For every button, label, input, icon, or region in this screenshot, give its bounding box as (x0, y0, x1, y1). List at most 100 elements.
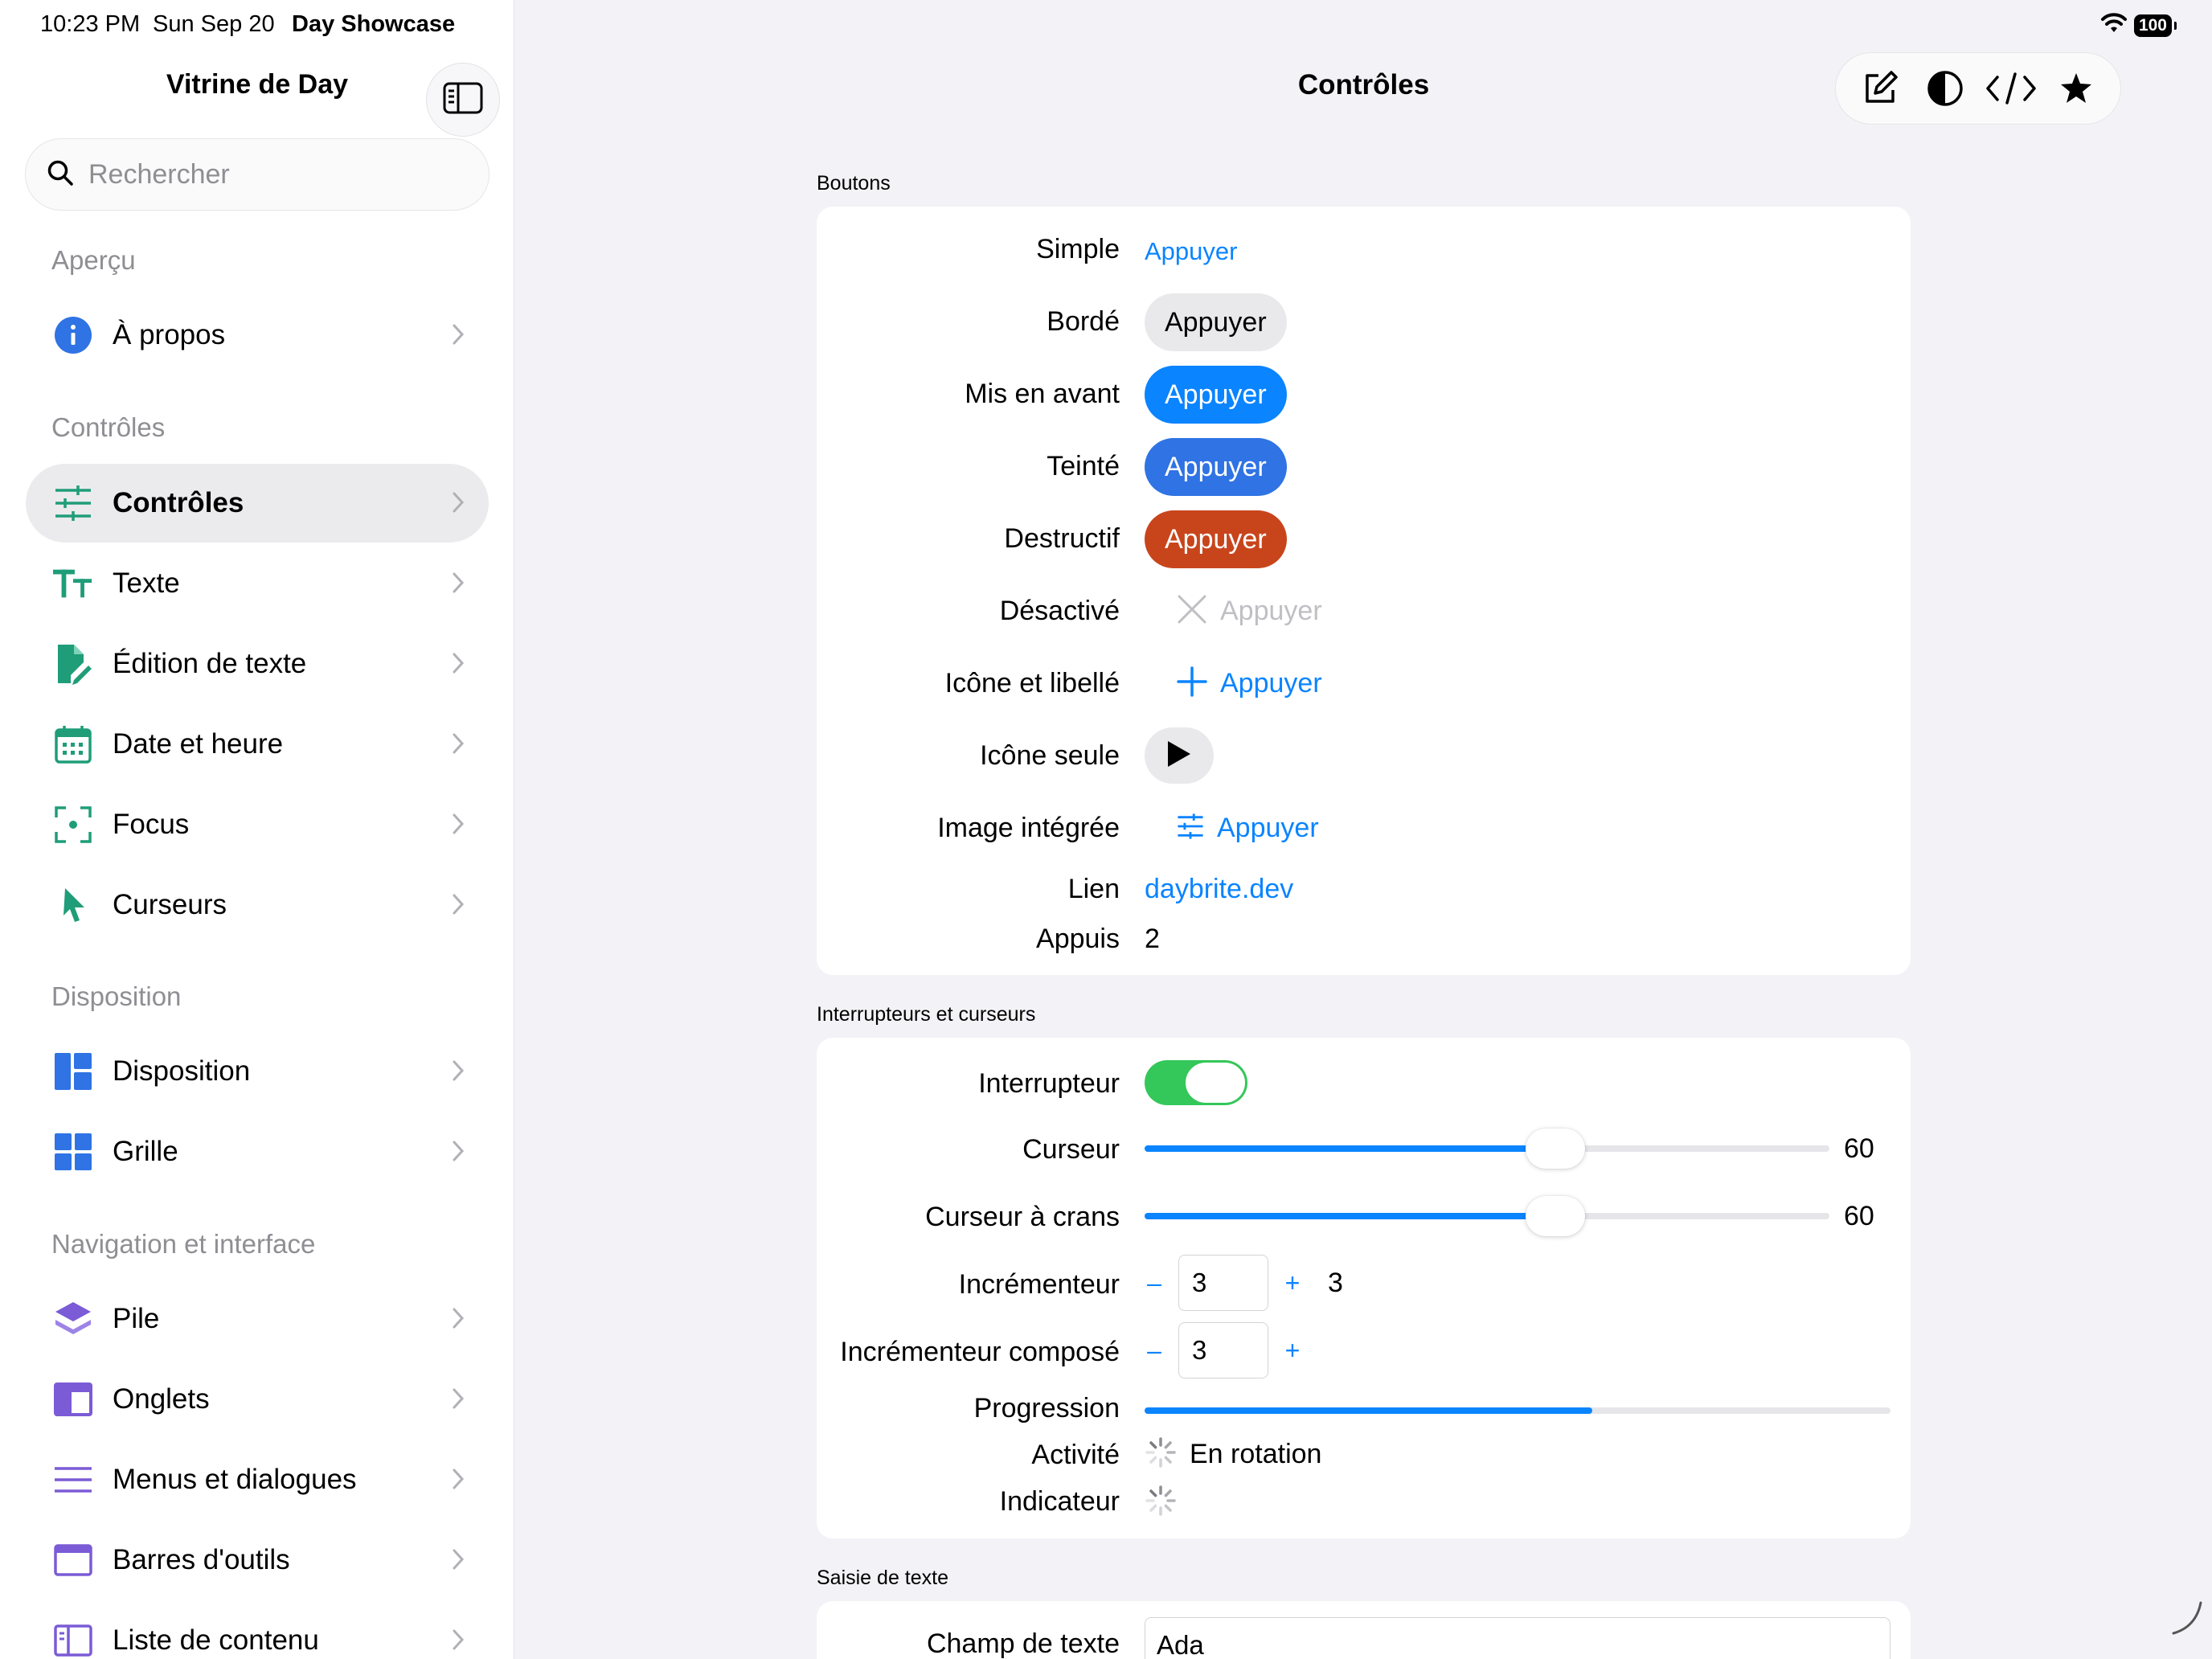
prominent-button[interactable]: Appuyer (1145, 366, 1287, 424)
sidebar-item-pile[interactable]: Pile (26, 1280, 489, 1358)
sidebar-item-label: Texte (113, 567, 180, 599)
sidebar-item-grille[interactable]: Grille (26, 1112, 489, 1191)
disabled-button: Appuyer (1145, 594, 1322, 629)
row-image-integree: Image intégrée Appuyer (817, 800, 1911, 858)
sidebar-item-disposition[interactable]: Disposition (26, 1032, 489, 1111)
sidebar-item-label: Onglets (113, 1383, 210, 1415)
play-button[interactable] (1145, 727, 1214, 784)
chevron-right-icon (452, 571, 465, 598)
slider-fill (1145, 1145, 1556, 1152)
row-label: Image intégrée (937, 813, 1120, 843)
sidebar-item-label: Menus et dialogues (113, 1464, 357, 1495)
sidebar-item-onglets[interactable]: Onglets (26, 1360, 489, 1439)
chevron-right-icon (452, 491, 465, 518)
sliders-icon (1177, 813, 1204, 843)
sidebar-item-a-propos[interactable]: À propos (26, 296, 489, 375)
stepper-decrement-button[interactable]: – (1130, 1268, 1178, 1298)
compound-stepper-field[interactable] (1178, 1322, 1268, 1378)
destructive-button[interactable]: Appuyer (1145, 510, 1287, 568)
row-lien: Lien daybrite.dev (817, 866, 1911, 914)
grid-icon (53, 1132, 93, 1172)
spinner-icon (1145, 1485, 1177, 1521)
status-date: Sun Sep 20 (153, 11, 275, 37)
calendar-icon (53, 724, 93, 764)
sidebar-item-menus-et-dialogues[interactable]: Menus et dialogues (26, 1440, 489, 1519)
search-field[interactable] (25, 138, 490, 211)
sidebar-item-date-et-heure[interactable]: Date et heure (26, 705, 489, 784)
slider[interactable] (1145, 1124, 1829, 1173)
slider-fill (1145, 1213, 1556, 1219)
row-label: Interrupteur (978, 1068, 1120, 1099)
sidebar-item-curseurs[interactable]: Curseurs (26, 866, 489, 944)
row-label: Incrémenteur composé (840, 1337, 1120, 1367)
icon-label-button-label: Appuyer (1220, 668, 1322, 698)
sidebar-item-barres-d-outils[interactable]: Barres d'outils (26, 1521, 489, 1600)
bordered-button[interactable]: Appuyer (1145, 293, 1287, 351)
sidebar-item-label: Édition de texte (113, 648, 307, 679)
code-icon[interactable] (1983, 60, 2039, 117)
switches-card: Interrupteur Curseur 60 Curseur à crans (817, 1038, 1911, 1538)
sidebar-toggle-icon (443, 82, 483, 118)
group-header-saisie-de-texte: Saisie de texte (817, 1567, 948, 1589)
search-input[interactable] (88, 158, 458, 190)
sidebar-item-label: À propos (113, 319, 226, 350)
pointer-icon (53, 885, 93, 925)
stepped-slider[interactable] (1145, 1192, 1829, 1240)
info-icon (53, 315, 93, 355)
icon-label-button[interactable]: Appuyer (1145, 666, 1322, 701)
chevron-right-icon (452, 732, 465, 759)
tinted-button[interactable]: Appuyer (1145, 438, 1287, 496)
edit-document-icon (53, 644, 93, 685)
sidebar-item-label: Grille (113, 1136, 178, 1167)
inline-image-button[interactable]: Appuyer (1145, 813, 1319, 844)
sidebar-item-edition-de-texte[interactable]: Édition de texte (26, 625, 489, 703)
sliders-icon (53, 483, 93, 523)
buttons-card: Simple Appuyer Bordé Appuyer Mis en avan… (817, 207, 1911, 975)
section-header-apercu: Aperçu (51, 245, 136, 275)
spinner-icon (1145, 1436, 1177, 1473)
sidebar-item-label: Contrôles (113, 487, 244, 518)
row-incrementeur-compose: Incrémenteur composé – + (817, 1322, 1911, 1380)
compose-icon[interactable] (1852, 60, 1908, 117)
slider-thumb[interactable] (1526, 1129, 1586, 1169)
sidebar-item-label: Curseurs (113, 889, 227, 920)
row-label: Mis en avant (965, 379, 1120, 409)
simple-button[interactable]: Appuyer (1145, 237, 1237, 266)
sidebar-item-label: Date et heure (113, 728, 284, 760)
chevron-right-icon (452, 1628, 465, 1655)
layout-icon (53, 1051, 93, 1092)
text-field[interactable] (1145, 1617, 1890, 1659)
menu-lines-icon (53, 1460, 93, 1500)
slider-thumb[interactable] (1526, 1196, 1586, 1236)
stepper-field[interactable] (1178, 1255, 1268, 1311)
row-label: Curseur à crans (925, 1202, 1120, 1232)
chevron-right-icon (452, 1140, 465, 1166)
toggle-switch[interactable] (1145, 1060, 1247, 1105)
contrast-icon[interactable] (1917, 60, 1973, 117)
stepper-increment-button[interactable]: + (1268, 1268, 1317, 1298)
star-icon[interactable] (2048, 60, 2104, 117)
row-label: Curseur (1022, 1134, 1120, 1165)
stepped-slider-value: 60 (1844, 1200, 1874, 1231)
sidebar-item-label: Disposition (113, 1055, 251, 1087)
row-champ-de-texte: Champ de texte (817, 1617, 1911, 1659)
sidebar-item-label: Liste de contenu (113, 1624, 319, 1656)
row-borde: Bordé Appuyer (817, 293, 1911, 351)
stepper-value: 3 (1328, 1267, 1343, 1298)
compound-stepper-increment-button[interactable]: + (1268, 1336, 1317, 1366)
status-app-name: Day Showcase (292, 11, 456, 37)
row-indicateur: Indicateur (817, 1480, 1911, 1522)
row-label: Champ de texte (926, 1628, 1120, 1659)
slider-value: 60 (1844, 1133, 1874, 1164)
sidebar-item-controles[interactable]: Contrôles (26, 464, 489, 543)
link[interactable]: daybrite.dev (1145, 874, 1293, 905)
progress-bar (1145, 1407, 1890, 1414)
sidebar-item-texte[interactable]: Texte (26, 544, 489, 623)
close-icon (1177, 594, 1207, 629)
chevron-right-icon (452, 893, 465, 920)
sidebar-item-liste-de-contenu[interactable]: Liste de contenu (26, 1601, 489, 1659)
row-destructif: Destructif Appuyer (817, 510, 1911, 568)
compound-stepper-decrement-button[interactable]: – (1130, 1336, 1178, 1366)
sidebar-toggle-button[interactable] (426, 63, 500, 137)
sidebar-item-focus[interactable]: Focus (26, 785, 489, 864)
